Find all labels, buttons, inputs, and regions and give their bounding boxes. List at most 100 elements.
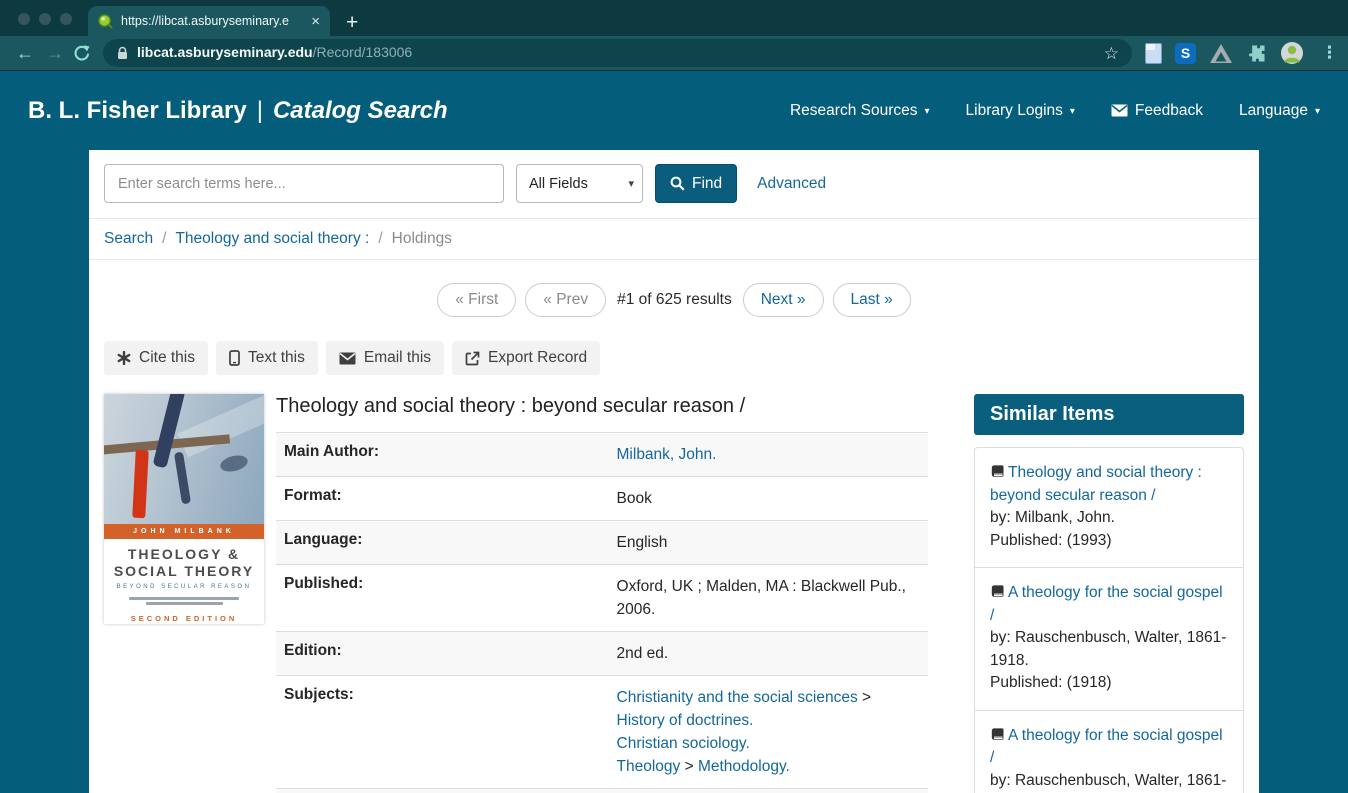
url-path: /Record/183006 [312,44,413,60]
cover-title-line2: SOCIAL THEORY [113,563,255,579]
window-zoom-button[interactable] [60,13,72,25]
nav-label: Language [1239,101,1308,119]
field-value-subjects: Christianity and the social sciences > H… [609,676,928,789]
nav-item-feedback[interactable]: Feedback [1111,102,1203,120]
similar-item-title-link[interactable]: A theology for the social gospel / [990,584,1223,624]
prev-page-button[interactable]: « Prev [525,283,607,317]
similar-items-title: Similar Items [974,394,1244,435]
browser-menu-icon[interactable]: ⋮ [1321,43,1338,63]
field-value-edition: 2nd ed. [616,645,669,662]
search-type-select[interactable]: All Fields [516,164,643,203]
book-icon [990,465,1004,482]
forward-button[interactable]: → [40,44,70,62]
envelope-icon [1111,104,1128,117]
cite-button[interactable]: Cite this [104,341,208,375]
subject-link[interactable]: Christianity and the social sciences [617,689,858,706]
address-bar[interactable]: libcat.asburyseminary.edu/Record/183006 … [103,39,1132,67]
bib-table: Main Author: Milbank, John. Format: Book… [276,432,928,793]
lock-icon [118,46,127,59]
text-button[interactable]: Text this [216,341,318,375]
similar-item-title-link[interactable]: A theology for the social gospel / [990,727,1223,767]
book-icon [990,727,1004,745]
cite-label: Cite this [139,349,195,366]
cover-subtitle: BEYOND SECULAR REASON [116,584,252,590]
field-value-language: English [616,534,668,551]
export-button[interactable]: Export Record [452,341,601,375]
subject-separator: > [857,689,872,706]
table-row: Published: Oxford, UK ; Malden, MA : Bla… [276,564,928,632]
site-title[interactable]: B. L. Fisher Library [28,97,247,125]
extensions-puzzle-icon[interactable] [1246,43,1267,64]
table-row: Main Author: Milbank, John. [276,432,928,477]
phone-icon [229,350,240,366]
result-position-status: #1 of 625 results [617,291,732,308]
cover-title-line1: THEOLOGY & [127,546,241,562]
subject-link[interactable]: History of doctrines. [617,712,754,729]
chevron-down-icon: ▾ [1314,106,1320,117]
window-controls[interactable] [18,13,72,25]
similar-item: A theology for the social gospel / by: R… [975,711,1243,793]
field-value-online-access: Table of contents only Contributor biogr… [609,789,928,793]
field-label-language: Language: [284,531,363,548]
first-page-button[interactable]: « First [437,283,517,317]
nav-item-language[interactable]: Language ▾ [1239,102,1320,120]
refresh-icon [74,44,90,60]
email-label: Email this [363,349,432,366]
top-navigation: Research Sources ▾ Library Logins ▾ Feed… [790,102,1320,120]
record-view: JOHN MILBANK THEOLOGY & SOCIAL THEORY BE… [89,394,1259,793]
record-details: Theology and social theory : beyond secu… [276,394,928,793]
cover-edition: SECOND EDITION [130,614,238,623]
browser-tab[interactable]: https://libcat.asburyseminary.e × [88,6,330,36]
similar-item-published: Published: (1918) [990,674,1112,691]
record-toolbar: Cite this Text this Email this Export Re… [89,341,1259,375]
tab-close-icon[interactable]: × [311,14,320,29]
advanced-search-link[interactable]: Advanced [757,175,826,193]
nav-label: Research Sources [789,101,918,119]
subject-separator: > [680,758,698,775]
author-link[interactable]: Milbank, John. [617,446,717,463]
skype-extension-icon[interactable]: S [1175,42,1196,64]
text-label: Text this [248,349,305,366]
subject-link[interactable]: Christian sociology. [617,735,750,752]
window-close-button[interactable] [18,13,30,25]
nav-item-library-logins[interactable]: Library Logins ▾ [966,102,1075,120]
field-label-online-access: Online Access: [276,789,609,793]
similar-item-published: Published: (1993) [990,531,1112,549]
result-pagination: « First « Prev #1 of 625 results Next » … [89,283,1259,317]
refresh-button[interactable] [72,44,91,63]
site-subtitle: Catalog Search [272,96,448,124]
back-button[interactable]: ← [10,44,40,62]
bookmark-star-icon[interactable]: ☆ [1104,45,1119,62]
search-section: All Fields ▾ Find Advanced [89,150,1259,219]
similar-item: Theology and social theory : beyond secu… [975,448,1243,568]
cover-author-band: JOHN MILBANK [104,524,264,539]
next-page-button[interactable]: Next » [742,283,824,317]
find-button[interactable]: Find [655,164,738,203]
subject-link[interactable]: Theology [617,758,681,775]
similar-items-panel: Similar Items Theology and social theory… [974,394,1244,793]
window-minimize-button[interactable] [39,13,51,25]
table-row: Subjects: Christianity and the social sc… [276,675,928,789]
page-background: All Fields ▾ Find Advanced Search / Theo… [0,150,1348,793]
field-value-published: Oxford, UK ; Malden, MA : Blackwell Pub.… [616,578,906,618]
export-icon [465,351,480,365]
email-button[interactable]: Email this [325,341,445,375]
cover-artwork [104,394,264,524]
similar-item-title-link[interactable]: Theology and social theory : beyond secu… [990,464,1202,504]
similar-item-author: by: Rauschenbusch, Walter, 1861-1918. [990,629,1227,669]
subject-chain: Theology > Methodology. [617,755,920,778]
breadcrumb-record-link[interactable]: Theology and social theory : [175,230,369,248]
field-label-edition: Edition: [284,642,342,659]
field-label-published: Published: [284,575,364,592]
new-tab-button[interactable]: + [346,12,358,33]
profile-avatar[interactable] [1280,41,1304,65]
reading-list-icon[interactable] [1145,42,1162,64]
last-page-button[interactable]: Last » [832,283,911,317]
drive-icon[interactable] [1209,43,1233,64]
breadcrumb-search-link[interactable]: Search [104,230,153,248]
search-input[interactable] [104,164,504,203]
subject-link[interactable]: Methodology. [698,758,790,775]
field-value-format: Book [616,490,652,507]
table-row: Edition: 2nd ed. [276,631,928,676]
nav-item-research-sources[interactable]: Research Sources ▾ [790,102,930,120]
